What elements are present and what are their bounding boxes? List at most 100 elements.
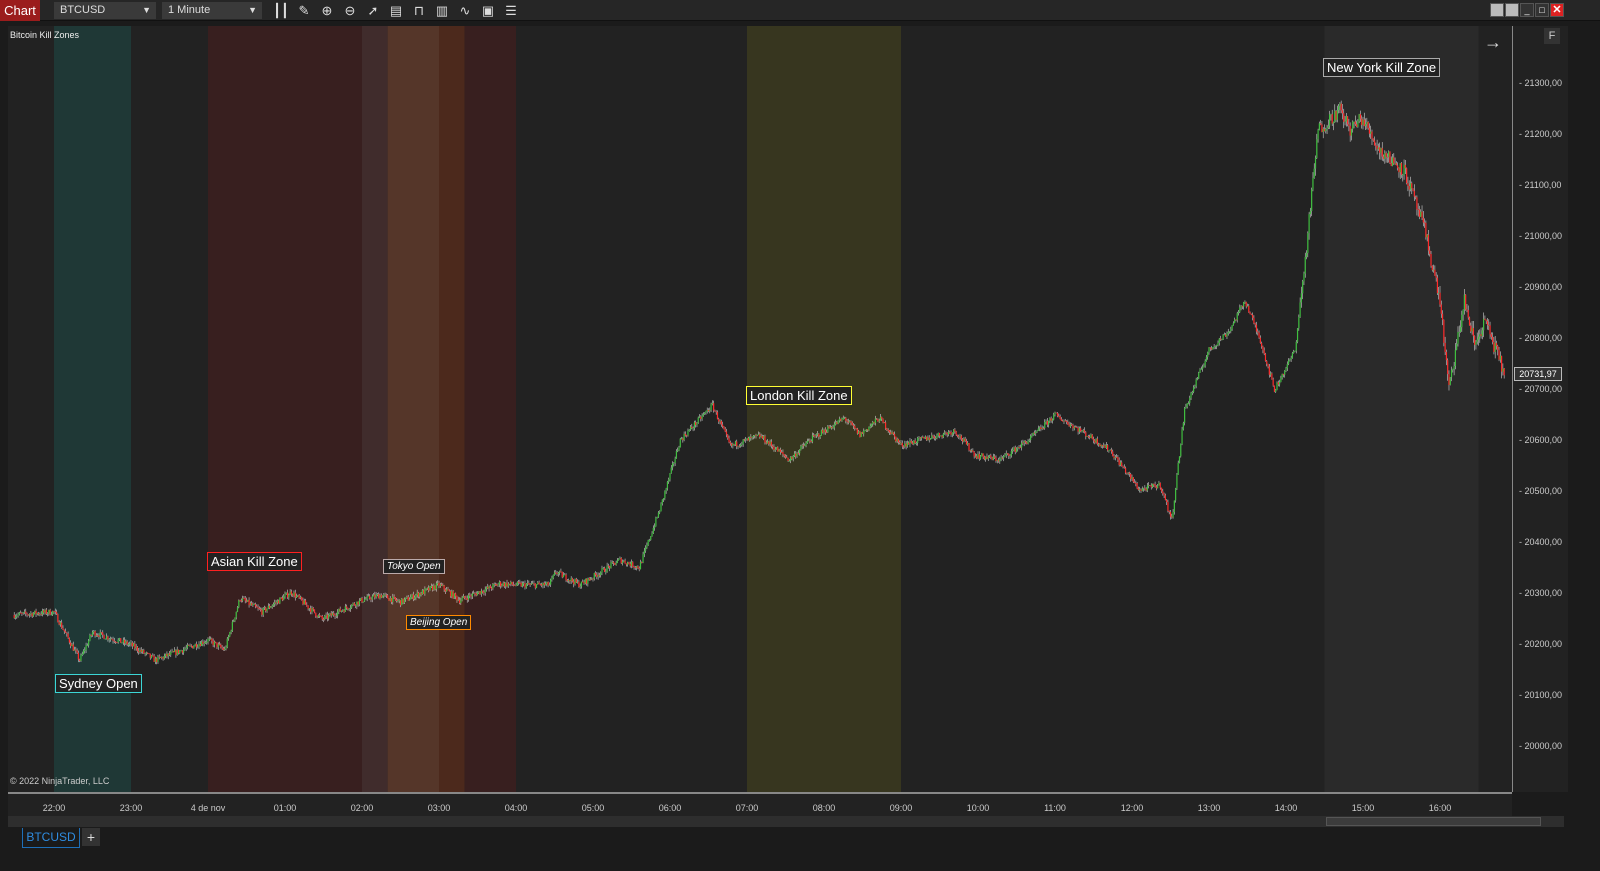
candle xyxy=(502,582,504,586)
minimize-icon[interactable]: _ xyxy=(1520,3,1534,17)
candle xyxy=(1484,318,1486,320)
list-icon[interactable]: ☰ xyxy=(502,2,520,19)
indicators-icon[interactable]: ▥ xyxy=(433,2,451,19)
candle xyxy=(732,444,734,446)
candle xyxy=(1354,121,1356,125)
zoom-out-icon[interactable]: ⊖ xyxy=(341,2,359,19)
candle xyxy=(985,456,987,460)
candle xyxy=(882,418,884,423)
interval-selector[interactable]: 1 Minute ▼ xyxy=(162,2,262,19)
candle xyxy=(171,651,173,653)
bar-type-icon[interactable]: ┃┃ xyxy=(272,2,290,19)
candle xyxy=(40,613,42,615)
candle xyxy=(796,453,798,457)
close-icon[interactable]: ✕ xyxy=(1550,3,1564,17)
candle xyxy=(1395,163,1397,166)
candle xyxy=(684,433,686,436)
candle xyxy=(1218,338,1220,343)
price-axis[interactable]: - 20000,00 - 20100,00 - 20200,00 - 20300,00… xyxy=(1512,26,1568,792)
candle xyxy=(277,600,280,604)
candle xyxy=(1313,168,1315,178)
candle xyxy=(763,436,765,439)
candle xyxy=(52,611,54,615)
candle xyxy=(1376,145,1378,150)
instrument-selector[interactable]: BTCUSD ▼ xyxy=(54,2,156,19)
candle xyxy=(788,460,790,462)
candle xyxy=(805,442,807,446)
zone-label-tokyo: Tokyo Open xyxy=(383,559,445,574)
time-axis[interactable]: 22:00 23:00 4 de nov 01:00 02:00 03:00 04:00 05… xyxy=(8,792,1512,816)
candle xyxy=(193,646,195,649)
candle xyxy=(584,579,586,584)
zoom-in-icon[interactable]: ⊕ xyxy=(318,2,336,19)
candle xyxy=(1059,416,1061,420)
candle xyxy=(1268,366,1270,375)
candle xyxy=(858,431,860,434)
candle xyxy=(1181,429,1183,445)
tab-btcusd[interactable]: BTCUSD xyxy=(22,828,80,848)
chart-panel[interactable] xyxy=(8,26,1512,792)
candle xyxy=(285,592,287,595)
candle xyxy=(895,436,897,442)
candle xyxy=(161,657,163,658)
window-button[interactable] xyxy=(1490,3,1504,17)
templates-icon[interactable]: ▣ xyxy=(479,2,497,19)
candle xyxy=(310,608,312,613)
kill-zone-shading xyxy=(464,26,516,792)
candle xyxy=(125,641,127,644)
candle xyxy=(1266,361,1268,364)
candle xyxy=(1382,156,1385,159)
candle xyxy=(1208,347,1210,353)
candle xyxy=(1109,449,1111,451)
candle xyxy=(615,562,617,565)
candle xyxy=(1399,163,1401,173)
candle xyxy=(883,422,885,424)
data-box-icon[interactable]: ▤ xyxy=(387,2,405,19)
pointer-icon[interactable]: ➚ xyxy=(364,2,382,19)
candle xyxy=(628,562,630,564)
arrow-right-icon[interactable]: → xyxy=(1484,32,1502,53)
candle xyxy=(410,597,412,600)
candle xyxy=(356,601,358,607)
strategies-icon[interactable]: ∿ xyxy=(456,2,474,19)
candle xyxy=(507,583,509,587)
candle xyxy=(17,614,19,616)
candle xyxy=(257,607,259,609)
interval-value: 1 Minute xyxy=(168,4,211,16)
candle xyxy=(50,614,53,616)
candle xyxy=(1098,443,1100,445)
candle xyxy=(849,421,851,423)
candle xyxy=(927,437,929,441)
candle xyxy=(1089,437,1091,438)
candle xyxy=(600,572,602,576)
properties-icon[interactable]: ⊓ xyxy=(410,2,428,19)
horizontal-scrollbar[interactable] xyxy=(8,816,1564,827)
pencil-icon[interactable]: ✎ xyxy=(295,2,313,19)
candle xyxy=(330,613,332,616)
candle xyxy=(242,598,244,601)
f-button[interactable]: F xyxy=(1544,28,1560,44)
candle xyxy=(755,435,757,436)
window-button[interactable] xyxy=(1505,3,1519,17)
chart-menu-button[interactable]: Chart xyxy=(0,0,40,21)
candle xyxy=(13,614,15,618)
candle xyxy=(890,432,892,434)
candle xyxy=(1357,120,1359,127)
candle xyxy=(1217,342,1219,346)
candle xyxy=(217,644,219,648)
scrollbar-thumb[interactable] xyxy=(1326,817,1541,826)
candle xyxy=(677,450,679,452)
candle xyxy=(90,635,92,636)
candle xyxy=(1209,347,1211,349)
candle xyxy=(460,600,462,603)
maximize-icon[interactable]: □ xyxy=(1535,3,1549,17)
candle xyxy=(1278,382,1281,385)
candle xyxy=(1083,430,1086,433)
candle xyxy=(385,594,387,596)
candle xyxy=(192,646,194,649)
add-tab-button[interactable]: + xyxy=(82,828,100,846)
candle xyxy=(557,572,559,575)
candle xyxy=(625,563,627,565)
price-chart xyxy=(13,26,1505,792)
candle xyxy=(1255,324,1258,332)
